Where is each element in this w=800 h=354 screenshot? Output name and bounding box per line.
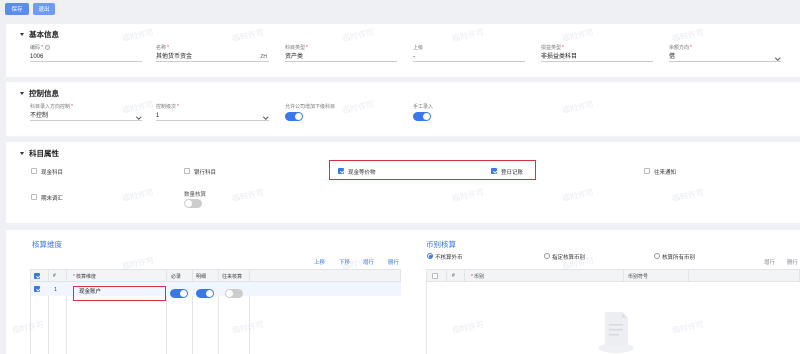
add-row-link[interactable]: 增行 [363,258,374,266]
name-input[interactable]: 其他货币资金 ZH [156,53,269,62]
qty-calc-toggle[interactable] [184,199,202,208]
row-checkbox[interactable] [34,286,40,292]
col-num: # [53,273,56,279]
cur-delete-row-link[interactable]: 删行 [787,258,798,266]
level-label: 控制级次* [156,104,179,110]
collapse-triangle-icon [20,92,24,95]
detail-toggle[interactable] [196,289,214,298]
chevron-down-icon [774,54,780,60]
cash-label: 现金科目 [41,170,64,176]
notify-checkbox[interactable] [644,168,650,174]
account-type-select[interactable]: 资产类 [285,53,397,62]
balance-dir-select[interactable]: 借 [669,53,781,62]
chevron-down-icon [135,113,141,119]
delete-row-link[interactable]: 删行 [388,258,399,266]
allow-sub-label: 允许公司增加下级科目 [285,104,336,110]
radio-all-label: 核算所有币别 [662,255,696,261]
pl-type-label: 损益类型* [541,45,564,51]
move-down-link[interactable]: 下移 [339,258,350,266]
entry-dir-label: 科目录入方向控制* [30,104,73,110]
bank-checkbox[interactable] [184,168,190,174]
code-label: 编码*? [30,45,50,51]
row-num: 1 [54,287,58,293]
qty-calc-label: 数量核算 [184,192,207,198]
control-info-title[interactable]: 控制信息 [20,88,59,99]
col-detail: 明细 [196,274,207,280]
code-input[interactable]: 1006 [30,53,142,62]
save-button[interactable]: 保存 [5,3,29,15]
highlight-box [329,160,536,180]
name-label: 名称* [156,45,169,51]
collapse-triangle-icon [20,33,24,36]
radio-all[interactable] [654,253,660,259]
cur-add-row-link[interactable]: 增行 [764,258,775,266]
exit-button[interactable]: 退出 [33,3,55,15]
trans-toggle[interactable] [225,289,243,298]
collapse-triangle-icon [20,152,24,155]
level-select[interactable]: 1 [156,112,269,121]
allow-sub-toggle[interactable] [285,112,303,121]
control-info-card: 控制信息 科目录入方向控制* 不控制 控制级次* 1 允许公司增加下级科目 手工… [6,82,800,136]
bank-label: 银行科目 [194,170,217,176]
col-required: 必录 [171,274,182,280]
manual-toggle[interactable] [413,112,431,121]
cur-col-currency: *币别 [471,274,484,280]
period-adjust-checkbox[interactable] [31,194,37,200]
account-type-label: 科目类型* [285,45,308,51]
basic-info-title[interactable]: 基本信息 [20,29,59,40]
notify-label: 往来通知 [654,170,677,176]
entry-dir-select[interactable]: 不控制 [30,112,142,121]
dims-title: 核算维度 [32,240,62,249]
required-toggle[interactable] [170,289,188,298]
move-up-link[interactable]: 上移 [314,258,325,266]
manual-label: 手工录入 [413,104,434,110]
lang-suffix: ZH [260,54,267,60]
cash-checkbox[interactable] [31,168,37,174]
parent-select[interactable]: - [413,53,525,62]
select-all-checkbox[interactable] [34,272,40,279]
pl-type-select[interactable]: 非损益类科目 [541,53,653,62]
radio-no-foreign-label: 不核算外币 [435,255,463,261]
cur-col-code: 币别符号 [628,274,649,280]
col-trans: 往来核算 [222,274,243,280]
help-icon: ? [44,45,50,51]
currency-title: 币别核算 [426,240,456,249]
basic-info-card: 基本信息 编码*? 1006 名称* 其他货币资金 ZH 科目类型* 资产类 上级… [6,24,800,77]
cur-col-num: # [452,273,455,279]
chevron-down-icon [262,113,268,119]
radio-specified-label: 指定核算币别 [552,255,586,261]
account-attrs-card: 科目属性 现金科目 银行科目 现金等价物 登日记账 往来通知 期末调汇 数量核算 [6,142,800,223]
balance-dir-label: 余额方向* [669,45,692,51]
empty-state-icon [598,312,634,353]
radio-specified[interactable] [544,253,550,259]
bottom-card: 核算维度 上移 下移 增行 删行 # *核算维度 必录 明细 往来核算 1 现金… [6,230,800,354]
col-dim: *核算维度 [73,274,96,280]
parent-label: 上级 [413,45,424,51]
highlight-box [73,286,166,301]
period-adjust-label: 期末调汇 [41,196,64,202]
account-attrs-title[interactable]: 科目属性 [20,148,59,159]
radio-no-foreign[interactable] [427,253,433,259]
cur-select-all-checkbox[interactable] [432,272,438,279]
